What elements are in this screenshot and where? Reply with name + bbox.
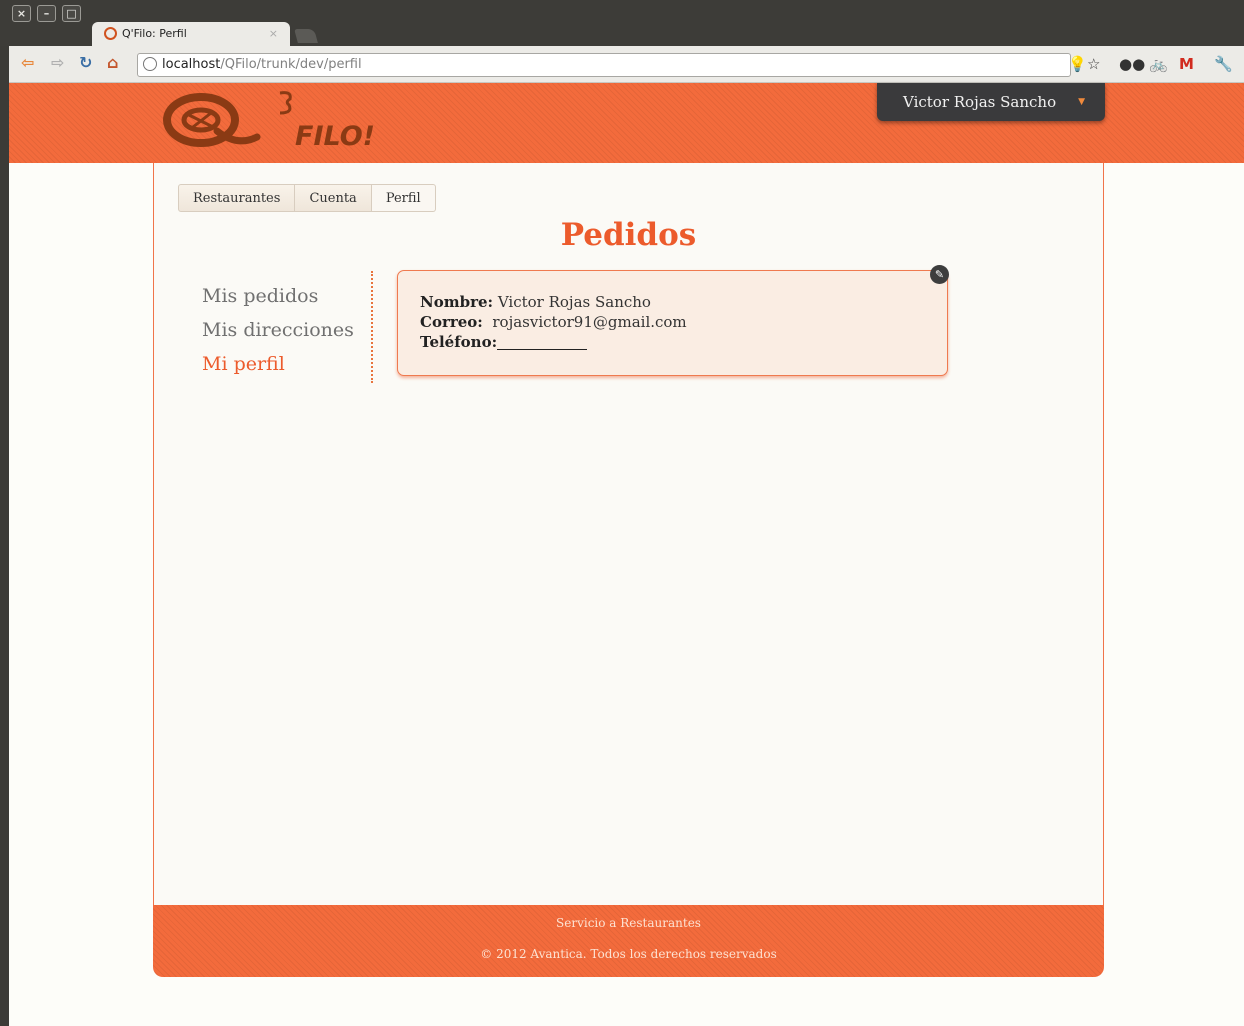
correo-value: rojasvictor91@gmail.com	[492, 313, 687, 331]
minimize-window-button[interactable]: –	[37, 5, 56, 22]
bookmark-star-icon[interactable]: ☆	[1087, 55, 1100, 73]
page-content: Restaurantes Cuenta Perfil Pedidos Mis p…	[153, 163, 1104, 905]
browser-tab[interactable]: Q'Filo: Perfil ×	[92, 22, 290, 46]
url-path: /QFilo/trunk/dev/perfil	[220, 57, 362, 72]
tab-title: Q'Filo: Perfil	[122, 27, 187, 40]
qfilo-logo[interactable]: FILO!	[159, 87, 409, 157]
gmail-icon[interactable]: M	[1179, 55, 1194, 73]
tab-perfil[interactable]: Perfil	[371, 184, 436, 212]
nombre-label: Nombre:	[420, 293, 494, 311]
close-window-button[interactable]: ×	[12, 5, 31, 22]
main-tabs: Restaurantes Cuenta Perfil	[178, 184, 436, 212]
bicycle-icon[interactable]: 🚲	[1149, 55, 1168, 73]
window-titlebar: × – □ Q'Filo: Perfil ×	[0, 0, 1244, 46]
sidebar-item-mis-direcciones[interactable]: Mis direcciones	[202, 313, 354, 347]
favicon-icon	[104, 27, 117, 40]
home-icon[interactable]: ⌂	[107, 54, 118, 72]
sidebar-item-mis-pedidos[interactable]: Mis pedidos	[202, 279, 354, 313]
telefono-label: Teléfono:	[420, 333, 498, 351]
chevron-down-icon: ▼	[1078, 97, 1085, 107]
reload-icon[interactable]: ↻	[79, 54, 92, 72]
site-footer: Servicio a Restaurantes © 2012 Avantica.…	[153, 905, 1104, 977]
incognito-glasses-icon[interactable]: ●●	[1119, 55, 1145, 73]
url-host: localhost	[162, 57, 221, 72]
sidebar: Mis pedidos Mis direcciones Mi perfil	[202, 279, 354, 381]
page-title: Pedidos	[560, 217, 697, 253]
telefono-row: Teléfono:	[420, 333, 588, 352]
user-menu[interactable]: Victor Rojas Sancho ▼	[877, 83, 1105, 121]
footer-copyright: © 2012 Avantica. Todos los derechos rese…	[480, 947, 777, 961]
tab-cuenta[interactable]: Cuenta	[295, 184, 372, 212]
edit-pencil-icon[interactable]: ✎	[930, 265, 949, 284]
browser-toolbar: ⇦ ⇨ ↻ ⌂ localhost/QFilo/trunk/dev/perfil…	[9, 46, 1244, 83]
maximize-window-button[interactable]: □	[62, 5, 81, 22]
telefono-value	[497, 335, 588, 350]
address-bar[interactable]: localhost/QFilo/trunk/dev/perfil	[137, 53, 1071, 77]
sidebar-divider	[371, 271, 373, 383]
footer-line-1: Servicio a Restaurantes	[556, 916, 701, 930]
forward-icon[interactable]: ⇨	[51, 54, 64, 72]
tab-restaurantes[interactable]: Restaurantes	[178, 184, 296, 212]
logo-text: FILO!	[295, 121, 375, 152]
globe-icon	[143, 57, 157, 71]
correo-row: Correo: rojasvictor91@gmail.com	[420, 313, 687, 332]
lightbulb-icon[interactable]: 💡	[1068, 55, 1087, 73]
tab-close-icon[interactable]: ×	[269, 22, 278, 46]
back-icon[interactable]: ⇦	[21, 54, 34, 72]
site-header: FILO! Victor Rojas Sancho ▼	[9, 83, 1244, 163]
nombre-value: Victor Rojas Sancho	[497, 293, 651, 311]
wrench-icon[interactable]: 🔧	[1214, 55, 1233, 73]
window-frame	[0, 0, 9, 1026]
user-name: Victor Rojas Sancho	[903, 93, 1057, 111]
correo-label: Correo:	[420, 313, 483, 331]
new-tab-button[interactable]	[294, 29, 318, 43]
profile-card: ✎ Nombre: Victor Rojas Sancho Correo: ro…	[397, 265, 949, 376]
nombre-row: Nombre: Victor Rojas Sancho	[420, 293, 651, 312]
sidebar-item-mi-perfil[interactable]: Mi perfil	[202, 347, 354, 381]
